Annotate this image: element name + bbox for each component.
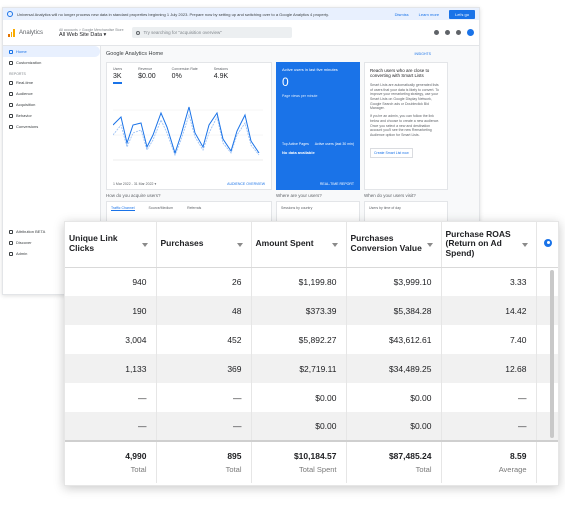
total-unique-link-clicks: 4,990 Total [65,440,157,483]
table-row: 190 48 $373.39 $5,384.28 14.42 [65,296,558,325]
create-smart-list-button[interactable]: Create Smart List now [370,147,413,158]
sidebar-item-home[interactable]: Home [3,46,100,57]
sort-arrow-icon[interactable] [331,243,338,248]
table-header-row: Unique Link Clicks Purchases Amount Spen… [65,222,558,268]
info-icon [7,11,13,17]
active-users-count: 0 [282,75,289,89]
settings-icon[interactable] [544,238,553,247]
column-settings[interactable] [536,222,558,268]
property-selector[interactable]: All accounts > Google Merchandise Store … [59,28,124,38]
sidebar-item-audience[interactable]: Audience [3,88,100,99]
smart-lists-card: Reach users who are close to converting … [364,62,448,190]
total-conversion-value: $87,485.24 Total [346,440,442,483]
totals-row: 4,990 Total 895 Total $10,184.57 Total Spen… [65,440,558,483]
section-where: Where are your users? [276,193,322,198]
apps-icon[interactable] [445,30,450,35]
section-when: When do your users visit? [364,193,416,198]
sidebar-group-reports: REPORTS [9,72,26,76]
sidebar-item-customization[interactable]: Customization [3,57,100,68]
analytics-logo-icon [8,28,16,37]
average-roas: 8.59 Average [441,440,537,483]
ad-metrics-table-card: Unique Link Clicks Purchases Amount Spen… [64,221,559,486]
metric-conversion-rate[interactable]: Conversion Rate 0% [172,67,198,84]
users-line-chart [113,106,263,161]
acquisition-icon [9,102,13,107]
table-row: 940 26 $1,199.80 $3,999.10 3.33 [65,267,558,296]
sidebar-item-conversions[interactable]: Conversions [3,121,100,132]
clock-icon [9,80,13,85]
metric-sessions[interactable]: Sessions 4.9K [214,67,228,84]
table-row: — — $0.00 $0.00— [65,412,558,441]
avatar[interactable] [467,29,474,36]
attribution-icon [9,229,13,234]
deprecation-banner: Universal Analytics will no longer proce… [3,8,479,20]
sort-arrow-icon[interactable] [236,243,243,248]
column-header-purchases-conversion-value[interactable]: Purchases Conversion Value [346,222,442,268]
table-row: 1,133 369 $2,719.11 $34,489.25 12.68 [65,354,558,383]
insights-button[interactable]: INSIGHTS [414,52,431,56]
person-icon [9,91,13,96]
sort-arrow-icon[interactable] [521,243,528,248]
search-input[interactable]: Try searching for "acquisition overview" [131,27,292,38]
table-row: 3,004 452 $5,892.27 $43,612.61 7.40 [65,325,558,354]
sidebar-item-realtime[interactable]: Real-time [3,77,100,88]
home-icon [9,49,13,54]
more-icon[interactable] [456,30,461,35]
customization-icon [9,60,13,65]
column-header-purchases[interactable]: Purchases [156,222,252,268]
banner-text: Universal Analytics will no longer proce… [17,11,329,17]
metric-users[interactable]: Users 3K [113,67,123,84]
column-header-amount-spent[interactable]: Amount Spent [251,222,347,268]
dismiss-link[interactable]: Dismiss [395,12,409,17]
sidebar-item-acquisition[interactable]: Acquisition [3,99,100,110]
lightbulb-icon [9,240,13,245]
total-amount-spent: $10,184.57 Total Spent [251,440,347,483]
primary-series-line [113,106,260,155]
ad-metrics-table: Unique Link Clicks Purchases Amount Spen… [65,222,558,483]
flag-icon [9,124,13,129]
behavior-icon [9,113,13,118]
date-range-selector[interactable]: 1 Mar 2022 - 31 Mar 2022 ▾ [113,182,156,186]
tab-traffic-channel[interactable]: Traffic Channel [111,206,135,211]
search-icon [135,30,140,35]
sort-arrow-icon[interactable] [141,243,148,248]
audience-overview-link[interactable]: AUDIENCE OVERVIEW [227,182,265,186]
column-header-unique-link-clicks[interactable]: Unique Link Clicks [65,222,157,268]
column-header-purchase-roas[interactable]: Purchase ROAS (Return on Ad Spend) [441,222,537,268]
notifications-icon[interactable] [434,30,439,35]
overview-card: Users 3K Revenue $0.00 Conversion Rate 0% S… [106,62,272,190]
table-row: — — $0.00 $0.00— [65,383,558,412]
app-name: Analytics [19,29,44,36]
realtime-report-link[interactable]: REAL-TIME REPORT [320,182,354,186]
metric-revenue[interactable]: Revenue $0.00 [138,67,156,84]
learn-more-link[interactable]: Learn more [419,12,439,17]
top-bar: Analytics All accounts > Google Merchand… [3,20,479,46]
toolbar-icons [434,29,474,36]
vertical-scrollbar[interactable] [550,270,554,438]
section-acquire: How do you acquire users? [106,193,161,198]
tab-referrals[interactable]: Referrals [187,206,201,211]
sidebar-item-behavior[interactable]: Behavior [3,110,100,121]
lets-go-button[interactable]: Let's go [449,9,475,19]
gear-icon [9,251,13,256]
tab-source-medium[interactable]: Source/Medium [149,206,174,211]
realtime-card: Active users in last five minutes 0 Page… [276,62,360,190]
sort-arrow-icon[interactable] [426,243,433,248]
total-purchases: 895 Total [156,440,252,483]
